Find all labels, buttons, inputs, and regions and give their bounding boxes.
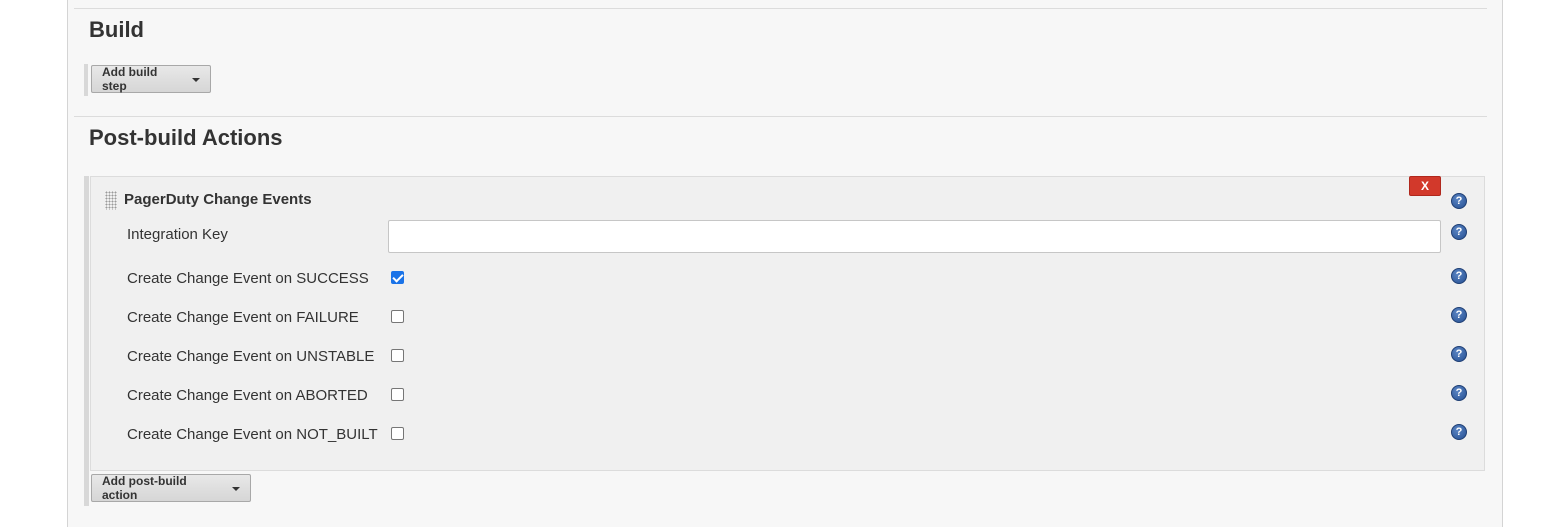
option-not-built-label: Create Change Event on NOT_BUILT <box>127 426 378 443</box>
post-build-rail <box>84 176 89 506</box>
option-not-built-checkbox[interactable] <box>391 427 404 440</box>
integration-key-input[interactable] <box>388 220 1441 253</box>
build-section-title: Build <box>89 17 144 42</box>
section-divider <box>74 116 1487 117</box>
caret-down-icon <box>232 487 240 491</box>
help-icon[interactable]: ? <box>1451 193 1467 209</box>
option-unstable-checkbox[interactable] <box>391 349 404 362</box>
section-divider <box>74 8 1487 9</box>
option-failure-label: Create Change Event on FAILURE <box>127 309 359 326</box>
button-rail <box>84 64 88 96</box>
help-icon[interactable]: ? <box>1451 268 1467 284</box>
delete-publisher-button[interactable]: X <box>1409 176 1441 196</box>
help-icon[interactable]: ? <box>1451 346 1467 362</box>
help-icon[interactable]: ? <box>1451 224 1467 240</box>
option-unstable-label: Create Change Event on UNSTABLE <box>127 348 375 365</box>
help-icon[interactable]: ? <box>1451 307 1467 323</box>
publisher-title: PagerDuty Change Events <box>124 191 312 208</box>
add-build-step-button[interactable]: Add build step <box>91 65 211 93</box>
option-aborted-checkbox[interactable] <box>391 388 404 401</box>
option-success-label: Create Change Event on SUCCESS <box>127 270 369 287</box>
option-aborted-label: Create Change Event on ABORTED <box>127 387 368 404</box>
help-icon[interactable]: ? <box>1451 424 1467 440</box>
caret-down-icon <box>192 78 200 82</box>
option-success-checkbox[interactable] <box>391 271 404 284</box>
add-post-build-action-button[interactable]: Add post-build action <box>91 474 251 502</box>
post-build-section-title: Post-build Actions <box>89 125 283 150</box>
add-build-step-label: Add build step <box>102 65 158 93</box>
option-failure-checkbox[interactable] <box>391 310 404 323</box>
integration-key-label: Integration Key <box>127 226 228 243</box>
help-icon[interactable]: ? <box>1451 385 1467 401</box>
drag-handle-icon[interactable] <box>105 191 117 210</box>
add-post-build-action-label: Add post-build action <box>102 474 187 502</box>
